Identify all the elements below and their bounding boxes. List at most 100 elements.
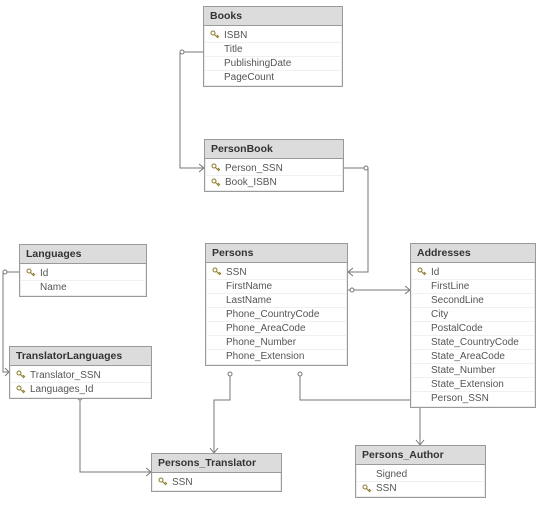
field-name: SSN <box>374 483 481 494</box>
field-name: State_AreaCode <box>429 351 531 362</box>
table-row[interactable]: FirstName <box>206 279 347 293</box>
key-icon <box>16 385 26 395</box>
table-row[interactable]: PublishingDate <box>204 56 342 70</box>
table-row[interactable]: Languages_Id <box>10 382 151 396</box>
table-header[interactable]: Addresses <box>411 244 535 263</box>
field-name: Book_ISBN <box>223 177 339 188</box>
primary-key-icon <box>14 385 28 395</box>
field-name: SecondLine <box>429 295 531 306</box>
field-name: FirstLine <box>429 281 531 292</box>
table-row[interactable]: Id <box>20 266 146 280</box>
table-body: Translator_SSN Languages_Id <box>10 366 151 398</box>
key-icon <box>26 268 36 278</box>
table-row[interactable]: Phone_Extension <box>206 349 347 363</box>
table-row[interactable]: Person_SSN <box>411 391 535 405</box>
key-icon <box>212 267 222 277</box>
primary-key-icon <box>208 30 222 40</box>
primary-key-icon <box>209 163 223 173</box>
table-row[interactable]: State_Number <box>411 363 535 377</box>
table-row[interactable]: Title <box>204 42 342 56</box>
table-languages[interactable]: Languages Id Name <box>19 244 147 297</box>
table-row[interactable]: Name <box>20 280 146 294</box>
table-row[interactable]: SSN <box>356 481 485 495</box>
table-header[interactable]: Persons_Translator <box>152 454 281 473</box>
primary-key-icon <box>415 267 429 277</box>
field-name: LastName <box>224 295 343 306</box>
field-name: State_Number <box>429 365 531 376</box>
table-row[interactable]: PageCount <box>204 70 342 84</box>
table-header[interactable]: TranslatorLanguages <box>10 347 151 366</box>
table-row[interactable]: State_CountryCode <box>411 335 535 349</box>
key-icon <box>362 484 372 494</box>
table-header[interactable]: Persons <box>206 244 347 263</box>
field-name: State_CountryCode <box>429 337 531 348</box>
table-row[interactable]: Person_SSN <box>205 161 343 175</box>
table-row[interactable]: SecondLine <box>411 293 535 307</box>
table-row[interactable]: State_AreaCode <box>411 349 535 363</box>
primary-key-icon <box>14 370 28 380</box>
table-books[interactable]: Books ISBN Title PublishingDatePageCount <box>203 6 343 87</box>
field-name: Signed <box>374 469 481 480</box>
key-icon <box>211 178 221 188</box>
table-body: Id FirstLine SecondLine City PostalCode State… <box>411 263 535 407</box>
field-name: Languages_Id <box>28 384 147 395</box>
primary-key-icon <box>209 178 223 188</box>
table-row[interactable]: City <box>411 307 535 321</box>
field-name: Person_SSN <box>429 393 531 404</box>
table-row[interactable]: PostalCode <box>411 321 535 335</box>
field-name: PostalCode <box>429 323 531 334</box>
primary-key-icon <box>360 484 374 494</box>
key-icon <box>210 30 220 40</box>
key-icon <box>16 370 26 380</box>
field-name: PublishingDate <box>222 58 338 69</box>
field-name: State_Extension <box>429 379 531 390</box>
diagram-canvas: Books ISBN Title PublishingDatePageCount Per… <box>0 0 549 509</box>
table-row[interactable]: Phone_CountryCode <box>206 307 347 321</box>
table-body: SSN FirstName LastName Phone_CountryCode Pho… <box>206 263 347 365</box>
table-body: Id Name <box>20 264 146 296</box>
table-personsTranslator[interactable]: Persons_Translator SSN <box>151 453 282 492</box>
table-row[interactable]: ISBN <box>204 28 342 42</box>
table-row[interactable]: Id <box>411 265 535 279</box>
field-name: Id <box>38 268 142 279</box>
table-body: ISBN Title PublishingDatePageCount <box>204 26 342 86</box>
table-header[interactable]: Books <box>204 7 342 26</box>
table-body: SSN <box>152 473 281 491</box>
table-addresses[interactable]: Addresses Id FirstLine SecondLine City Postal… <box>410 243 536 408</box>
field-name: Phone_CountryCode <box>224 309 343 320</box>
table-header[interactable]: Persons_Author <box>356 446 485 465</box>
table-row[interactable]: State_Extension <box>411 377 535 391</box>
table-body: Person_SSN Book_ISBN <box>205 159 343 191</box>
table-header[interactable]: PersonBook <box>205 140 343 159</box>
table-row[interactable]: Book_ISBN <box>205 175 343 189</box>
field-name: ISBN <box>222 30 338 41</box>
primary-key-icon <box>210 267 224 277</box>
table-header[interactable]: Languages <box>20 245 146 264</box>
field-name: SSN <box>170 477 277 488</box>
table-persons[interactable]: Persons SSN FirstName LastName Phone_Country… <box>205 243 348 366</box>
field-name: Id <box>429 267 531 278</box>
field-name: Translator_SSN <box>28 370 147 381</box>
table-translatorLanguages[interactable]: TranslatorLanguages Translator_SSN Languag… <box>9 346 152 399</box>
table-row[interactable]: SSN <box>152 475 281 489</box>
field-name: Person_SSN <box>223 163 339 174</box>
field-name: Title <box>222 44 338 55</box>
table-row[interactable]: FirstLine <box>411 279 535 293</box>
key-icon <box>417 267 427 277</box>
table-row[interactable]: Signed <box>356 467 485 481</box>
field-name: Name <box>38 282 142 293</box>
field-name: Phone_Number <box>224 337 343 348</box>
table-row[interactable]: LastName <box>206 293 347 307</box>
field-name: Phone_AreaCode <box>224 323 343 334</box>
table-row[interactable]: Translator_SSN <box>10 368 151 382</box>
field-name: City <box>429 309 531 320</box>
table-personBook[interactable]: PersonBook Person_SSN Book_ISBN <box>204 139 344 192</box>
field-name: FirstName <box>224 281 343 292</box>
table-row[interactable]: Phone_AreaCode <box>206 321 347 335</box>
key-icon <box>211 163 221 173</box>
table-personsAuthor[interactable]: Persons_Author Signed SSN <box>355 445 486 498</box>
table-row[interactable]: Phone_Number <box>206 335 347 349</box>
table-body: Signed SSN <box>356 465 485 497</box>
key-icon <box>158 477 168 487</box>
table-row[interactable]: SSN <box>206 265 347 279</box>
